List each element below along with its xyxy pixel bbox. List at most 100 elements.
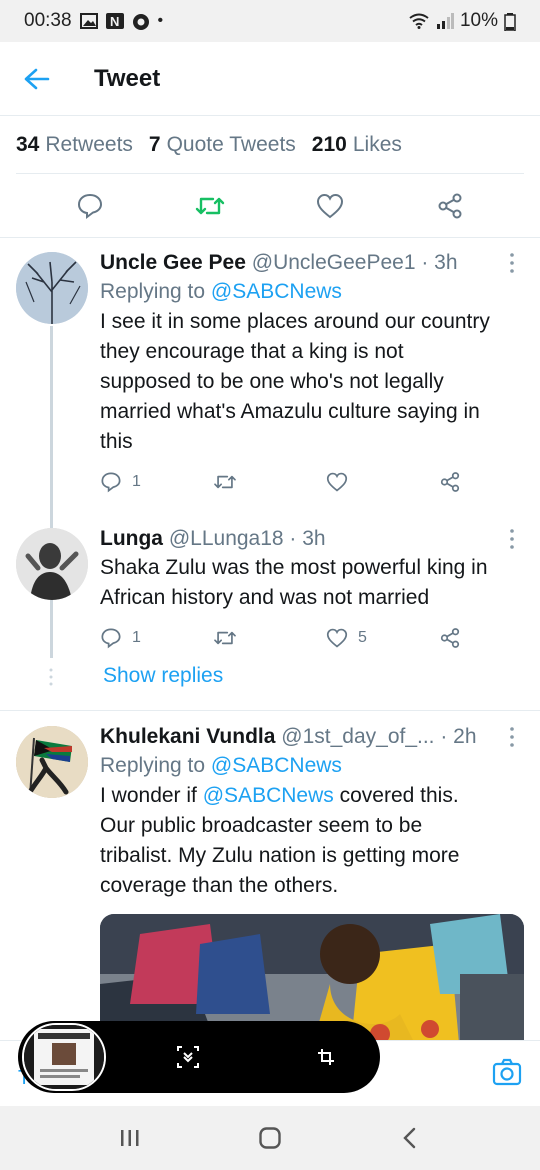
- text-line: Our public broadcaster seem to be: [100, 814, 423, 837]
- text-line: supposed to be one who's not legally: [100, 370, 444, 393]
- text-prefix: I wonder if: [100, 784, 197, 807]
- home-button[interactable]: [250, 1118, 290, 1158]
- status-time: 00:38: [24, 10, 72, 31]
- likes-count: 210: [311, 132, 347, 156]
- scroll-capture-button[interactable]: [176, 1045, 200, 1069]
- retweets-stat[interactable]: 34 Retweets: [16, 133, 133, 157]
- page-title: Tweet: [94, 64, 161, 92]
- show-replies-link[interactable]: Show replies: [103, 664, 223, 688]
- retweet-icon: [214, 631, 236, 645]
- reply-button[interactable]: [70, 186, 110, 226]
- status-bar: 00:38 N • 10%: [0, 0, 540, 42]
- camera-icon: [492, 1058, 522, 1086]
- retweet-button[interactable]: [213, 628, 326, 648]
- system-nav-bar: [0, 1106, 540, 1170]
- scroll-capture-icon: [177, 1046, 199, 1068]
- reply-icon: [101, 472, 121, 493]
- reply-button[interactable]: 1: [100, 627, 213, 649]
- like-button[interactable]: [310, 186, 350, 226]
- text-line: I wonder if @SABCNews covered this.: [100, 781, 520, 811]
- likes-label: Likes: [352, 132, 402, 156]
- reply-actions: 1: [100, 467, 520, 497]
- text-line: they encourage that a king is not: [100, 340, 404, 363]
- thread-dots: [49, 668, 53, 686]
- tweet-stats: 34 Retweets 7 Quote Tweets 210 Likes: [16, 116, 524, 174]
- crop-button[interactable]: [314, 1045, 338, 1069]
- retweet-button[interactable]: [213, 472, 326, 492]
- reply-icon: [77, 193, 103, 219]
- tweet-text: I wonder if @SABCNews covered this. Our …: [100, 781, 520, 901]
- text-line: married what's Amazulu culture saying in: [100, 400, 480, 423]
- text-line: coverage than the others.: [100, 874, 339, 897]
- retweets-label: Retweets: [45, 132, 133, 156]
- divider: [0, 710, 540, 711]
- more-options-icon[interactable]: [504, 528, 520, 550]
- share-button[interactable]: [430, 186, 470, 226]
- share-icon: [440, 472, 460, 492]
- author-handle[interactable]: @UncleGeePee1 · 3h: [252, 251, 458, 274]
- author-handle[interactable]: @1st_day_of_...: [281, 725, 434, 748]
- reply-count: 1: [132, 473, 141, 490]
- quote-tweets-stat[interactable]: 7 Quote Tweets: [149, 133, 296, 157]
- replying-to-link[interactable]: @SABCNews: [211, 280, 342, 303]
- text-line: tribalist. My Zulu nation is getting mor…: [100, 844, 460, 867]
- recent-apps-button[interactable]: [110, 1118, 150, 1158]
- heart-icon: [326, 628, 348, 648]
- retweet-icon: [195, 197, 225, 214]
- tweet-text: Shaka Zulu was the most powerful king in…: [100, 553, 520, 613]
- mention-link[interactable]: @SABCNews: [203, 784, 334, 807]
- tweet-actions: [0, 174, 540, 238]
- tweet-time: · 2h: [440, 725, 477, 748]
- like-button[interactable]: 5: [326, 628, 439, 648]
- text-line: Shaka Zulu was the most powerful king in: [100, 556, 488, 579]
- like-button[interactable]: [326, 472, 439, 492]
- screenshot-toolbar: [18, 1021, 380, 1093]
- chevron-left-icon: [403, 1127, 416, 1149]
- reply-1[interactable]: Uncle Gee Pee @UncleGeePee1 · 3h Replyin…: [100, 249, 520, 497]
- author-name[interactable]: Lunga: [100, 527, 163, 550]
- crop-icon: [318, 1049, 334, 1065]
- text-suffix: covered this.: [339, 784, 459, 807]
- retweet-button[interactable]: [190, 186, 230, 226]
- share-button[interactable]: [439, 471, 461, 493]
- retweet-icon: [214, 475, 236, 489]
- battery-percent: 10%: [459, 10, 498, 31]
- camera-button[interactable]: [492, 1057, 522, 1087]
- reply-icon: [101, 628, 121, 649]
- replying-to-prefix: Replying to: [100, 280, 206, 303]
- back-nav-button[interactable]: [390, 1118, 430, 1158]
- more-options-icon[interactable]: [504, 252, 520, 274]
- text-line: African history and was not married: [100, 586, 430, 609]
- n-app-icon: N: [105, 13, 124, 29]
- screenshot-thumbnail[interactable]: [22, 1023, 106, 1091]
- reply-2[interactable]: Lunga @LLunga18 · 3h Shaka Zulu was the …: [100, 525, 520, 653]
- heart-icon: [316, 193, 344, 218]
- author-handle[interactable]: @LLunga18 · 3h: [169, 527, 326, 550]
- notification-dot-icon: •: [157, 12, 164, 29]
- top-app-bar: Tweet: [0, 42, 540, 116]
- quotes-label: Quote Tweets: [166, 132, 296, 156]
- reply-3[interactable]: Khulekani Vundla @1st_day_of_... · 2h Re…: [100, 723, 520, 901]
- replying-to-link[interactable]: @SABCNews: [211, 754, 342, 777]
- avatar[interactable]: [16, 726, 88, 798]
- home-icon: [259, 1127, 281, 1149]
- avatar[interactable]: [16, 528, 88, 600]
- chrome-icon: [132, 13, 150, 30]
- reply-button[interactable]: 1: [100, 471, 213, 493]
- author-name[interactable]: Khulekani Vundla: [100, 725, 275, 748]
- share-button[interactable]: [439, 627, 461, 649]
- likes-stat[interactable]: 210 Likes: [312, 133, 402, 157]
- author-name[interactable]: Uncle Gee Pee: [100, 251, 246, 274]
- avatar[interactable]: [16, 252, 88, 324]
- tweet-text: I see it in some places around our count…: [100, 307, 520, 457]
- back-arrow-icon: [24, 68, 50, 89]
- text-line: this: [100, 430, 133, 453]
- more-options-icon[interactable]: [504, 726, 520, 748]
- recent-apps-icon: [121, 1130, 139, 1146]
- back-button[interactable]: [0, 42, 74, 116]
- reply-actions: 1 5: [100, 623, 520, 653]
- replying-to-prefix: Replying to: [100, 754, 206, 777]
- heart-icon: [326, 472, 348, 492]
- signal-icon: [436, 13, 454, 29]
- share-icon: [440, 628, 460, 648]
